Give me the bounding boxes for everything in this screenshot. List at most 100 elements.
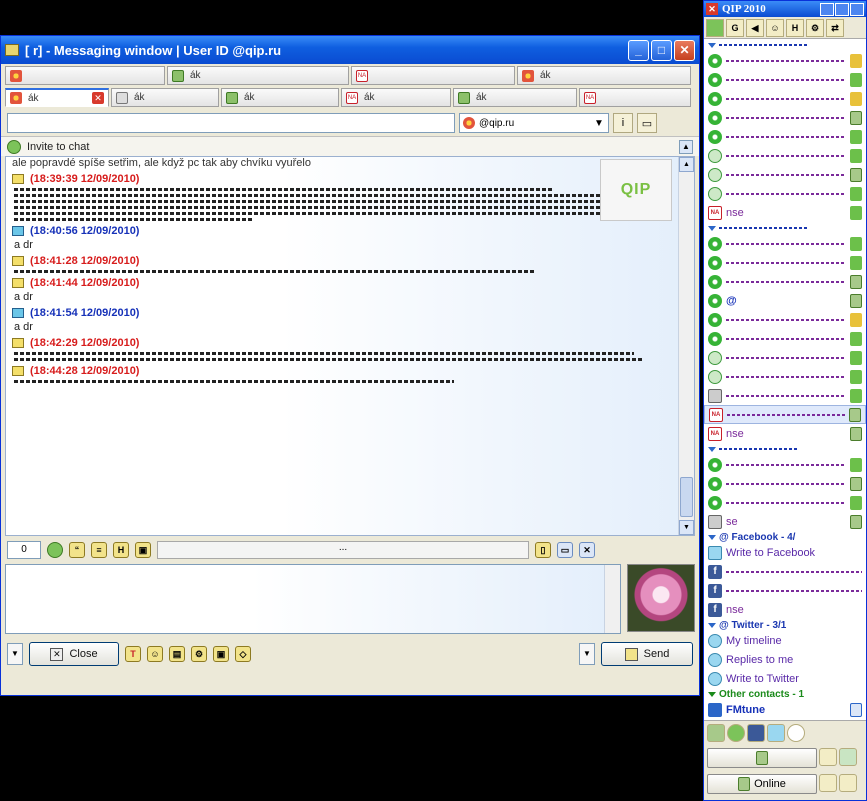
status-button-lock[interactable] [707, 748, 817, 768]
replies-item[interactable]: Replies to me [704, 650, 866, 669]
online-status-button[interactable]: Online [707, 774, 817, 794]
contact-item[interactable] [704, 165, 866, 184]
contact-item[interactable]: f nse [704, 600, 866, 619]
sound-icon[interactable]: ◀ [746, 18, 764, 37]
lock-icon[interactable] [707, 724, 725, 742]
window-titlebar[interactable]: [ r] - Messaging window | User ID @qip.r… [1, 36, 699, 64]
chat-tab[interactable]: ák [167, 66, 349, 85]
contact-item[interactable] [704, 272, 866, 291]
transfer-icon[interactable]: ⇄ [826, 18, 844, 37]
note-icon[interactable]: ▯ [535, 542, 551, 558]
my-timeline-item[interactable]: My timeline [704, 631, 866, 650]
contact-item[interactable]: @ [704, 291, 866, 310]
contact-item[interactable] [704, 146, 866, 165]
text-format-icon[interactable]: T [125, 646, 141, 662]
write-to-facebook-item[interactable]: Write to Facebook [704, 543, 866, 562]
contact-id-select[interactable]: @qip.ru ▼ [459, 113, 609, 133]
eye-icon[interactable] [839, 774, 857, 792]
contact-item[interactable]: se [704, 512, 866, 531]
close-button[interactable]: ✕ Close [29, 642, 119, 666]
contact-item[interactable] [704, 474, 866, 493]
group-header[interactable] [704, 39, 866, 51]
collapse-button[interactable]: ▲ [679, 139, 693, 154]
talk-icon[interactable] [787, 724, 805, 742]
users-icon[interactable]: ☺ [766, 18, 784, 37]
contact-item[interactable] [704, 70, 866, 89]
contact-item[interactable] [704, 329, 866, 348]
message-input[interactable] [5, 564, 621, 634]
close-window-button[interactable] [850, 2, 864, 16]
minimize-button[interactable]: _ [628, 39, 649, 61]
chat-tab[interactable]: NA [351, 66, 515, 85]
status-icon[interactable] [706, 18, 724, 37]
contact-item[interactable] [704, 127, 866, 146]
maximize-button[interactable]: □ [651, 39, 672, 61]
close-icon[interactable]: ✕ [706, 3, 718, 15]
contact-item[interactable] [704, 184, 866, 203]
group-header-twitter[interactable]: @ Twitter - 3/1 [704, 619, 866, 631]
scroll-thumb[interactable] [680, 477, 693, 517]
maximize-button[interactable] [835, 2, 849, 16]
smiley-pack-icon[interactable]: ☺ [147, 646, 163, 662]
twitter-icon[interactable] [767, 724, 785, 742]
contact-item[interactable]: f [704, 581, 866, 600]
fmtune-item[interactable]: FMtune [704, 700, 866, 719]
contacts-icon[interactable]: ▤ [169, 646, 185, 662]
contact-item[interactable] [704, 367, 866, 386]
folder-button[interactable]: ▭ [637, 113, 657, 133]
input-scrollbar[interactable] [604, 565, 620, 633]
contact-item-selected[interactable]: NA [704, 405, 866, 424]
contact-item[interactable]: NA nse [704, 424, 866, 443]
plugins-icon[interactable]: ⚙ [806, 18, 824, 37]
contact-item[interactable] [704, 253, 866, 272]
invite-to-chat-link[interactable]: Invite to chat [27, 141, 89, 153]
plugins-icon[interactable]: ⚙ [191, 646, 207, 662]
group-header-facebook[interactable]: @ Facebook - 4/ [704, 531, 866, 543]
scroll-down-icon[interactable]: ▼ [679, 520, 694, 535]
quote-icon[interactable]: “ [69, 542, 85, 558]
minimize-button[interactable] [820, 2, 834, 16]
expand-icon[interactable] [839, 748, 857, 766]
contact-info-button[interactable]: i [613, 113, 633, 133]
templates-icon[interactable]: ≡ [91, 542, 107, 558]
send-options-dropdown[interactable]: ▼ [579, 643, 595, 665]
contact-item[interactable] [704, 493, 866, 512]
close-tab-icon[interactable]: ✕ [92, 92, 104, 104]
contact-item[interactable] [704, 51, 866, 70]
close-window-button[interactable]: ✕ [674, 39, 695, 61]
chat-tab[interactable]: ák [517, 66, 691, 85]
contact-item[interactable] [704, 108, 866, 127]
chat-tab[interactable]: NA [579, 88, 691, 107]
send-button[interactable]: Send [601, 642, 693, 666]
eraser-icon[interactable]: ◇ [235, 646, 251, 662]
contact-item[interactable]: f [704, 562, 866, 581]
smiley-icon[interactable] [47, 542, 63, 558]
help-icon[interactable] [819, 774, 837, 792]
menu-dropdown-button[interactable]: ▼ [7, 643, 23, 665]
chat-tab[interactable]: ák [221, 88, 339, 107]
group-header[interactable] [704, 443, 866, 455]
chat-tab[interactable]: ák [111, 88, 219, 107]
group-header-other[interactable]: Other contacts - 1 [704, 688, 866, 700]
save-icon[interactable]: ▣ [135, 542, 151, 558]
paste-icon[interactable]: ▣ [213, 646, 229, 662]
daisy-icon[interactable] [727, 724, 745, 742]
groups-icon[interactable]: G [726, 18, 744, 37]
contacts-icon[interactable] [819, 748, 837, 766]
chat-tab[interactable]: ák [453, 88, 577, 107]
contact-item[interactable]: NA nse [704, 203, 866, 222]
layout-icon[interactable]: ▭ [557, 542, 573, 558]
history-icon[interactable]: H [113, 542, 129, 558]
contact-item[interactable] [704, 386, 866, 405]
history-scrollbar[interactable]: ▲ ▼ [678, 157, 694, 535]
scroll-up-icon[interactable]: ▲ [679, 157, 694, 172]
qip-titlebar[interactable]: ✕ QIP 2010 [704, 1, 866, 17]
group-header[interactable] [704, 222, 866, 234]
contact-item[interactable] [704, 455, 866, 474]
contact-item[interactable] [704, 348, 866, 367]
write-to-twitter-item[interactable]: Write to Twitter [704, 669, 866, 688]
contact-item[interactable] [704, 234, 866, 253]
chat-tab[interactable] [5, 66, 165, 85]
chevron-down-icon[interactable]: ▼ [593, 118, 605, 129]
chat-tab-active[interactable]: ák ✕ [5, 88, 109, 107]
